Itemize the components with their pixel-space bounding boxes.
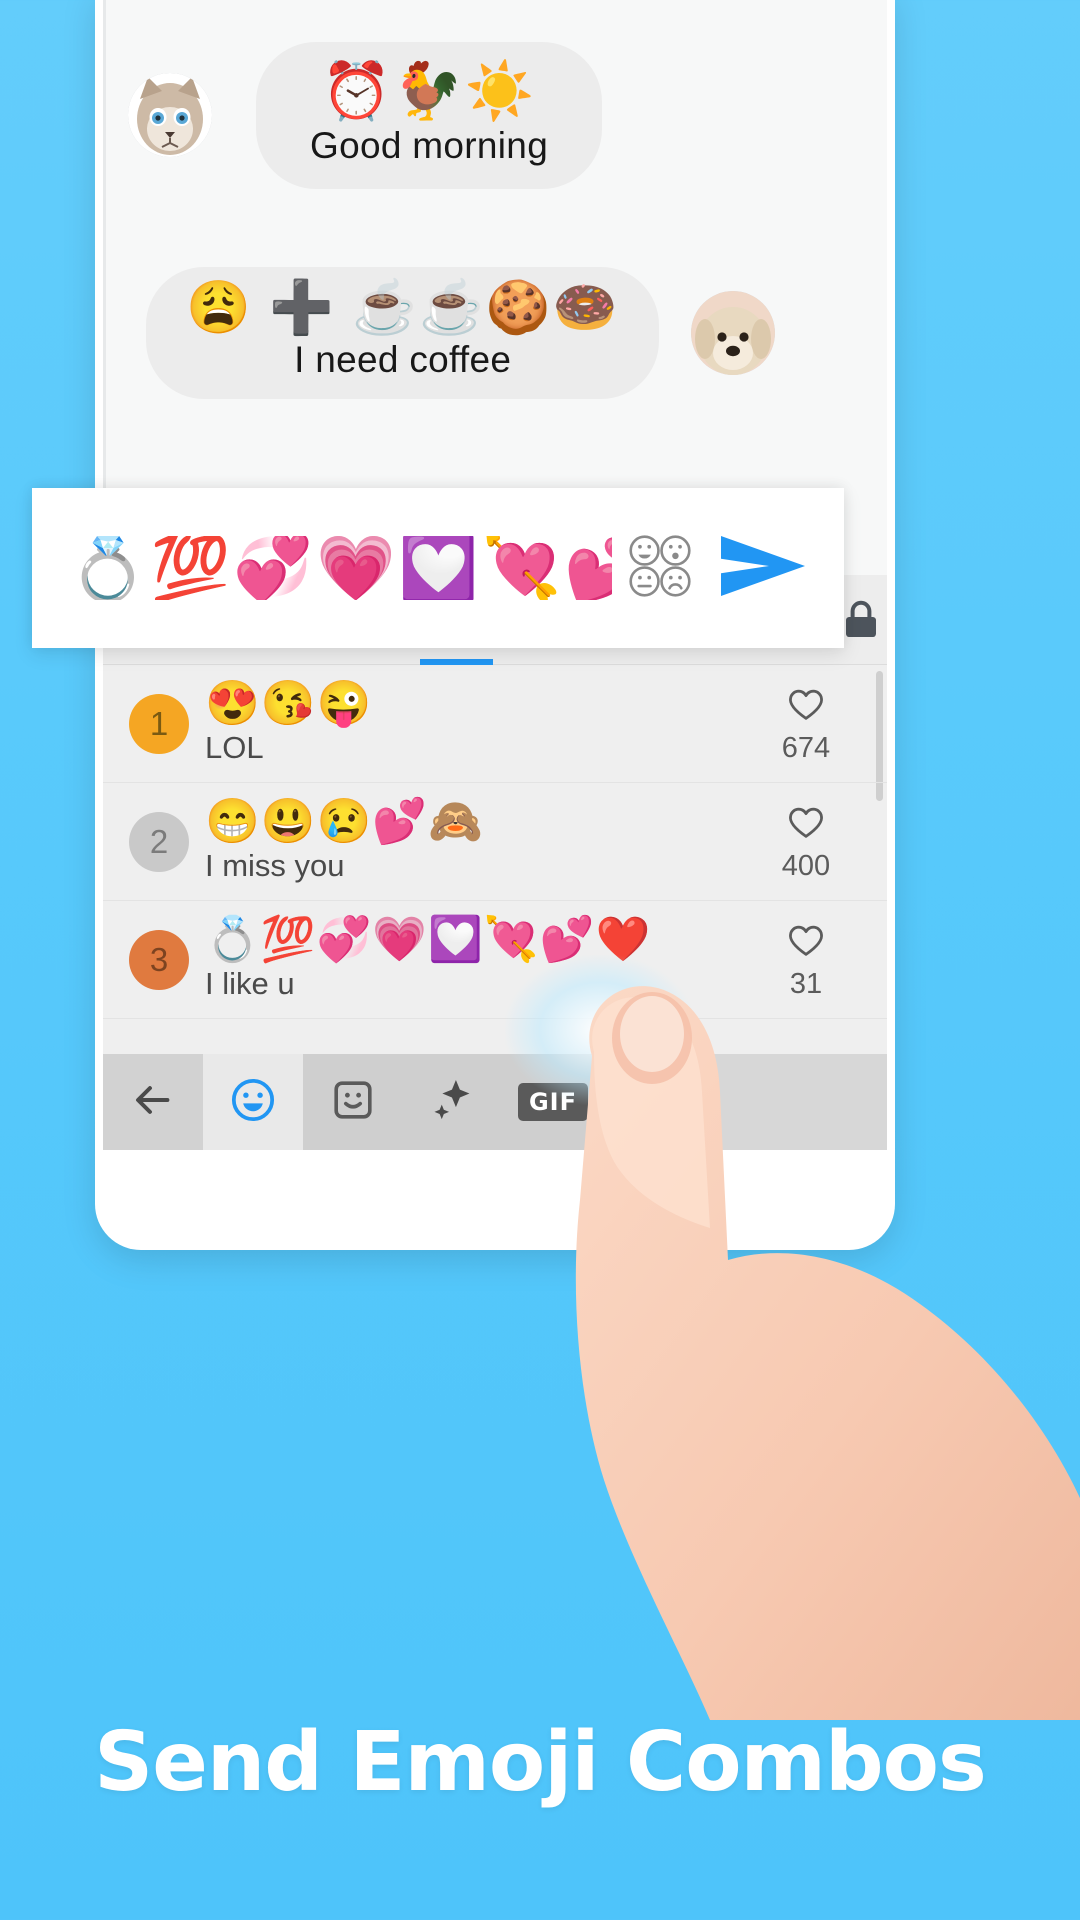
emoji-grid-button[interactable] (612, 520, 708, 616)
gif-icon: GIF (517, 1083, 589, 1121)
cat-avatar (128, 73, 212, 158)
combo-label: I miss you (205, 847, 345, 883)
list-item[interactable]: 2 😁😃😢💕🙈 I miss you 400 (103, 783, 887, 901)
like-button[interactable]: 400 (751, 801, 861, 883)
combo-label: LOL (205, 729, 264, 765)
combo-content: 💍💯💞💗💟💘💕❤️ I like u (205, 917, 751, 1001)
combo-content: 😁😃😢💕🙈 I miss you (205, 799, 751, 883)
combo-content: 😍😘😜 LOL (205, 681, 751, 765)
message-emojis: 😩 ➕ ☕☕🍪🍩 (186, 278, 620, 337)
emoji-panel: 1 😍😘😜 LOL 674 2 😁😃😢💕🙈 I miss you 400 3 💍… (103, 575, 887, 1150)
chat-message: 😩 ➕ ☕☕🍪🍩 I need coffee (106, 266, 887, 400)
combo-label: I like u (205, 965, 295, 1001)
sticker-tab-button[interactable] (303, 1054, 403, 1150)
send-button[interactable] (708, 520, 818, 616)
message-emojis: ⏰🐓☀️ (321, 59, 537, 122)
list-item[interactable]: 3 💍💯💞💗💟💘💕❤️ I like u 31 (103, 901, 887, 1019)
dog-avatar (691, 291, 776, 376)
combo-emojis: 😁😃😢💕🙈 (205, 797, 484, 847)
heart-outline-icon (785, 919, 827, 966)
emoji-combo-list[interactable]: 1 😍😘😜 LOL 674 2 😁😃😢💕🙈 I miss you 400 3 💍… (103, 665, 887, 1054)
gif-tab-button[interactable]: GIF (503, 1054, 603, 1150)
list-item[interactable]: 1 😍😘😜 LOL 674 (103, 665, 887, 783)
combo-emojis: 😍😘😜 (205, 679, 373, 729)
emoji-icon (228, 1075, 278, 1130)
sparkle-tab-button[interactable] (403, 1054, 503, 1150)
message-text: I need coffee (294, 339, 512, 381)
like-count: 400 (781, 849, 831, 882)
rank-badge: 3 (129, 929, 189, 990)
like-button[interactable]: 31 (751, 919, 861, 1001)
send-icon (715, 530, 811, 607)
heart-outline-icon (785, 801, 827, 848)
like-button[interactable]: 674 (751, 683, 861, 765)
like-count: 674 (781, 731, 831, 764)
message-bubble: ⏰🐓☀️ Good morning (256, 42, 603, 189)
emoji-tab-button[interactable] (203, 1054, 303, 1150)
emoji-grid-icon (623, 529, 697, 608)
rank-badge: 1 (129, 693, 189, 754)
sticker-icon (329, 1076, 377, 1129)
page-title: Send Emoji Combos (94, 1715, 987, 1810)
message-text: Good morning (310, 124, 549, 166)
composed-emoji-text[interactable]: 💍💯💞💗💟💘💕❤️ (68, 536, 612, 600)
back-arrow-icon (130, 1077, 176, 1128)
emoji-input-bar[interactable]: 💍💯💞💗💟💘💕❤️ (32, 488, 844, 648)
sparkle-icon (428, 1075, 478, 1130)
back-button[interactable] (103, 1054, 203, 1150)
rank-badge: 2 (129, 811, 189, 872)
message-bubble: 😩 ➕ ☕☕🍪🍩 I need coffee (146, 266, 660, 400)
keyboard-bottom-bar: GIF (103, 1054, 887, 1150)
combo-emojis: 💍💯💞💗💟💘💕❤️ (205, 915, 652, 965)
like-count: 31 (789, 967, 823, 1000)
heart-outline-icon (785, 683, 827, 730)
chat-message: ⏰🐓☀️ Good morning (106, 42, 887, 189)
